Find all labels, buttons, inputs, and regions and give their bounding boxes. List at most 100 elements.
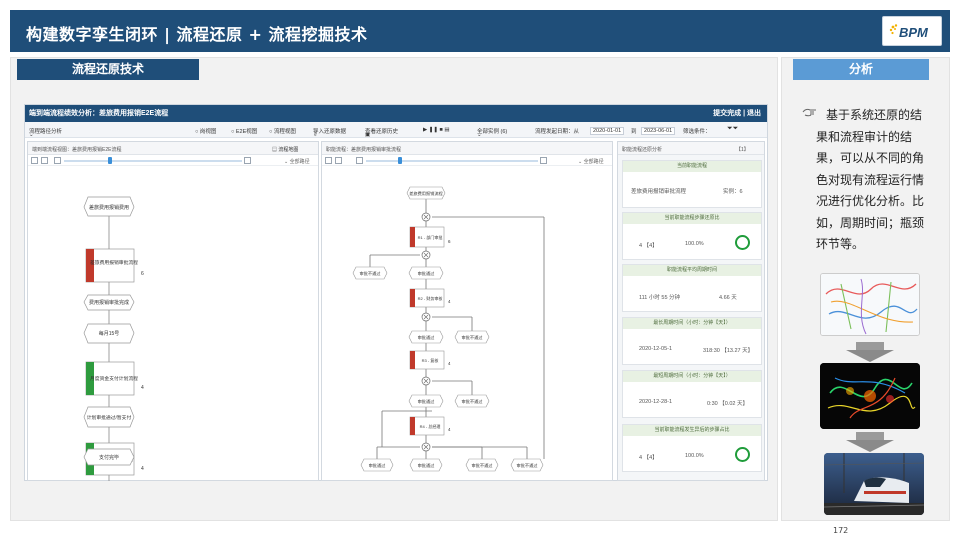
flow-node[interactable]: 审批通过 (409, 458, 443, 472)
history-icon: ▣ (365, 132, 371, 138)
zoom-toolbar: ⌄ 全部路径 (322, 155, 612, 166)
completion-ring-icon (735, 235, 750, 250)
flow-node[interactable]: 月度资金支付计划流程 4 (85, 361, 144, 396)
date-from-input[interactable]: 2020-01-01 (590, 127, 625, 135)
all-instances-dropdown[interactable]: ⌄ 全部实例 (6) (477, 127, 507, 138)
filter-icon[interactable]: ⏷⏷ (727, 125, 738, 133)
panel-header: 职能流程：差旅费用报销审批流程 (322, 142, 612, 155)
fit-icon[interactable] (31, 157, 38, 164)
flow-node[interactable]: 审批不通过 (352, 266, 388, 280)
card-value: 100.0% (685, 241, 704, 247)
zoom-out-button[interactable] (356, 157, 363, 164)
analysis-text: 基于系统还原的结果和流程审计的结果，可以从不同的角色对现有流程运行情况进行优化分… (816, 108, 925, 251)
card-title: 当前职能流程 (623, 161, 761, 172)
flow-node[interactable]: 差旅费用报销流程 (406, 186, 446, 200)
import-data-button[interactable]: ⇩ 导入还原数据 (313, 127, 346, 138)
page-title: 构建数字孪生闭环 | 流程还原 + 流程挖掘技术 (26, 25, 368, 44)
stat-card: 最长周期时间（小时：分钟【天】） 2020-12-05-1 318:30 【13… (622, 317, 762, 365)
node-label: 审批不通过 (517, 462, 539, 469)
down-arrow-icon (846, 432, 894, 452)
card-title: 职能流程平均周期时间 (623, 265, 761, 276)
node-label: R1 - 部门审批 (418, 234, 443, 240)
zoom-slider-knob[interactable] (398, 157, 402, 164)
completion-ring-icon (735, 447, 750, 462)
node-count: 4 (141, 385, 144, 391)
flow-node[interactable]: 差旅费用报销费用 (83, 196, 135, 217)
node-label: 计划审批通过/暂支付 (87, 414, 132, 421)
path-filter-dropdown[interactable]: ⌄ 全部路径 (284, 158, 310, 165)
flow-node[interactable]: 差旅费用报销审批流程 6 (85, 248, 144, 283)
route-map-image (820, 273, 920, 336)
breadcrumb[interactable]: ⌄ 流程路径分析 (29, 127, 62, 138)
e2e-flow-diagram: 差旅费用报销费用 差旅费用报销审批流程 6 费用报销审批完成 每月15号 月度资… (83, 196, 144, 481)
card-value: 111 小时 55 分钟 (639, 295, 681, 301)
flow-node[interactable]: 审批通过 (408, 266, 444, 280)
radio-process-view[interactable]: ○ 流程视图 (269, 127, 296, 135)
flow-node[interactable]: 每月15号 (83, 323, 135, 344)
flow-node[interactable]: R3 - 复核 4 (409, 350, 451, 370)
flow-node[interactable]: 审批通过 (360, 458, 394, 472)
chevron-down-icon: ⌄ (477, 132, 482, 138)
node-label: 月度资金支付计划流程 (90, 375, 138, 382)
flow-node[interactable]: 审批通过 (408, 330, 444, 344)
stat-card: 最短周期时间（小时：分钟【天】） 2020-12-28-1 0:30 【0.02… (622, 370, 762, 418)
node-count: 6 (141, 271, 144, 277)
node-label: 审批不通过 (462, 334, 484, 341)
flow-node[interactable]: 审批通过 (408, 394, 444, 408)
flow-node[interactable]: 费用报销审批完成 (83, 294, 135, 311)
date-to-input[interactable]: 2023-06-01 (641, 127, 676, 135)
process-map-button[interactable]: ▤ 流程地图 (272, 146, 298, 153)
node-label: 审批不通过 (462, 398, 484, 405)
export-icon[interactable] (335, 157, 342, 164)
node-label: R4 - 总经理 (420, 423, 441, 429)
function-flow-diagram: 差旅费用报销流程 R1 - 部门审批 6 审批不通过 审批通过 R2 - 财务审… (352, 186, 545, 472)
zoom-in-button[interactable] (540, 157, 547, 164)
import-icon: ⇩ (313, 132, 318, 138)
flow-node[interactable]: R2 - 财务审核 4 (409, 288, 451, 308)
play-control-buttons[interactable]: ▶ ❚❚ ■ ▤ (423, 127, 450, 133)
node-label: 审批不通过 (360, 270, 382, 277)
flow-node[interactable]: 审批不通过 (454, 330, 490, 344)
card-title: 最短周期时间（小时：分钟【天】） (623, 371, 761, 382)
zoom-slider[interactable] (64, 160, 242, 162)
node-label: 差旅费用报销审批流程 (90, 259, 138, 266)
path-filter-dropdown[interactable]: ⌄ 全部路径 (578, 158, 604, 165)
flow-node[interactable]: R1 - 部门审批 6 (409, 226, 451, 248)
radio-e2e-view[interactable]: ○ E2E视图 (231, 127, 257, 135)
radio-role-view[interactable]: ○ 岗视图 (195, 127, 216, 135)
app-title: 端到端流程绩效分析：差旅费用报销E2E流程 (29, 110, 169, 117)
node-label: 差旅费用报销流程 (409, 190, 443, 197)
view-history-button[interactable]: ▣ 查看还原历史 (365, 127, 398, 138)
flow-node[interactable]: 计划审批通过/暂支付 (83, 406, 135, 428)
analysis-summary-panel: 职能流程还原分析 【1】 当前职能流程 差旅费用报销审批流程 实例：6 当前职能… (617, 141, 765, 481)
node-label: 审批不通过 (472, 462, 494, 469)
slide: 构建数字孪生闭环 | 流程还原 + 流程挖掘技术 BPM 流程还原技术 分析 基… (0, 0, 960, 540)
panel-title: 端到端流程视图：差旅费用报销E2E流程 (32, 147, 122, 153)
date-to-label: 到 (631, 129, 637, 135)
flow-node[interactable]: R4 - 总经理 4 (409, 416, 451, 436)
zoom-out-button[interactable] (54, 157, 61, 164)
flow-node[interactable]: 审批不通过 (510, 458, 544, 472)
train-image (824, 453, 924, 515)
app-submit-exit[interactable]: 提交完成 | 退出 (713, 108, 761, 118)
bpm-logo: BPM (882, 16, 942, 46)
right-panel: 分析 基于系统还原的结果和流程审计的结果，可以从不同的角色对现有流程运行情况进行… (781, 57, 950, 521)
zoom-slider-knob[interactable] (108, 157, 112, 164)
flow-node[interactable]: 审批不通过 (454, 394, 490, 408)
flow-node[interactable]: 审批不通过 (465, 458, 499, 472)
card-value: 4.66 天 (719, 295, 737, 301)
end-node[interactable]: 支付完毕 (28, 445, 320, 475)
node-label: 审批通过 (418, 462, 436, 469)
export-icon[interactable] (41, 157, 48, 164)
right-tab-label: 分析 (793, 59, 929, 80)
panel-title: 职能流程：差旅费用报销审批流程 (326, 147, 402, 153)
zoom-slider[interactable] (366, 160, 538, 162)
zoom-in-button[interactable] (244, 157, 251, 164)
card-value: 4 【4】 (639, 243, 658, 249)
filter-label: 筛选条件： (683, 129, 711, 135)
card-value: 2020-12-05-1 (639, 346, 673, 352)
zoom-toolbar: ⌄ 全部路径 (28, 155, 318, 166)
node-label: 支付完毕 (99, 454, 119, 461)
chevron-down-icon: ⌄ (29, 132, 34, 138)
fit-icon[interactable] (325, 157, 332, 164)
